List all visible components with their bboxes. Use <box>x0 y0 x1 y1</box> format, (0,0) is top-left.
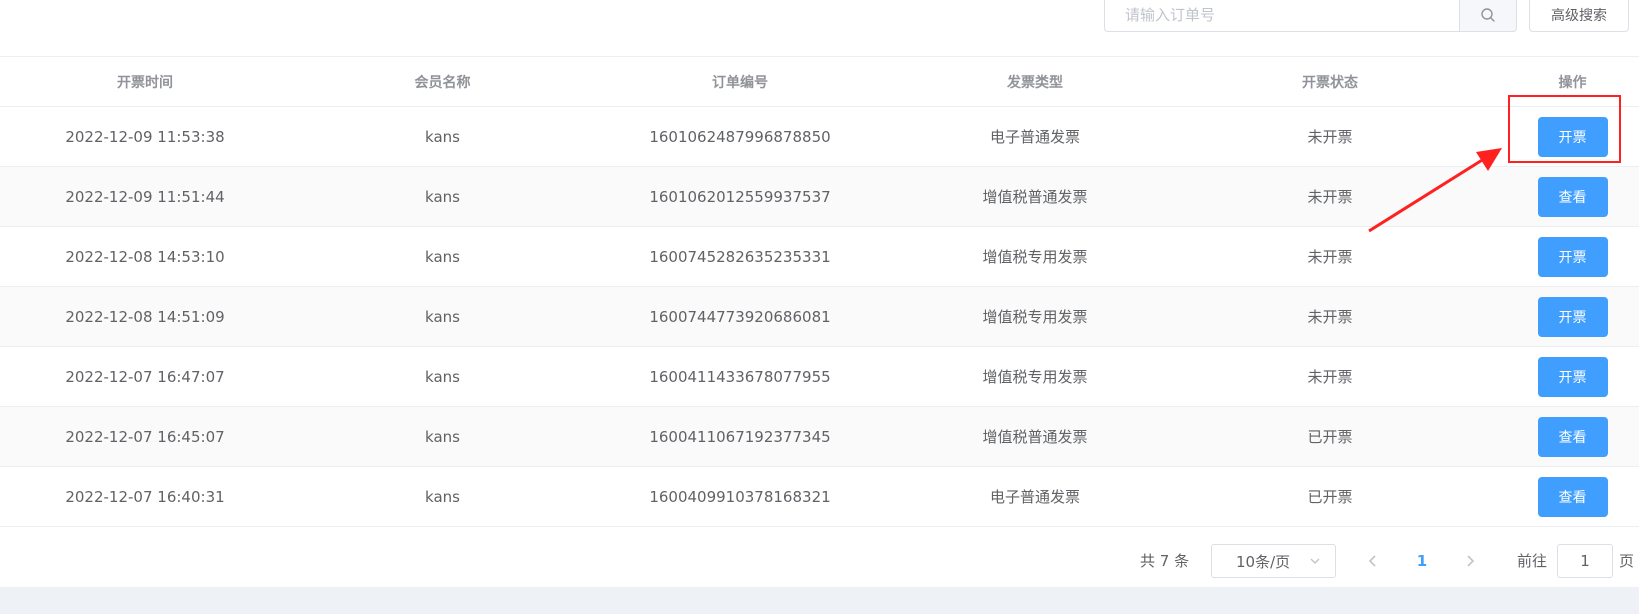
chevron-left-icon <box>1368 555 1376 567</box>
advanced-search-button[interactable]: 高级搜索 <box>1529 0 1629 32</box>
order-number-cell: 1601062487996878850 <box>649 127 831 146</box>
invoice-status-cell: 已开票 <box>1307 428 1353 446</box>
column-header: 订单编号 <box>712 74 768 91</box>
column-header: 操作 <box>1558 74 1587 91</box>
action-cell: 开票 <box>1475 107 1639 166</box>
action-cell: 查看 <box>1475 467 1639 526</box>
order-number-cell: 1600411067192377345 <box>649 427 831 446</box>
table-row: 2022-12-08 14:53:10 kans 160074528263523… <box>0 227 1639 287</box>
invoice-table: 开票时间 会员名称 订单编号 发票类型 开票状态 操作 2022-12-09 1… <box>0 56 1639 527</box>
page-footer-band <box>0 587 1639 614</box>
action-cell: 开票 <box>1475 287 1639 346</box>
member-name-cell: kans <box>425 367 460 386</box>
page-size-value: 10条/页 <box>1236 552 1291 571</box>
invoice-time-cell: 2022-12-08 14:51:09 <box>65 307 225 326</box>
order-number-cell: 1600744773920686081 <box>649 307 831 326</box>
member-name-cell: kans <box>425 487 460 506</box>
column-header: 会员名称 <box>414 74 471 91</box>
order-number-cell: 1601062012559937537 <box>649 187 831 206</box>
member-name-cell: kans <box>425 247 460 266</box>
order-number-cell: 1600409910378168321 <box>649 487 831 506</box>
order-number-cell: 1600745282635235331 <box>649 247 831 266</box>
goto-label: 前往 <box>1517 552 1548 570</box>
member-name-cell: kans <box>425 127 460 146</box>
prev-page-button[interactable] <box>1358 544 1388 578</box>
goto-page-input[interactable] <box>1557 544 1613 578</box>
invoice-time-cell: 2022-12-07 16:40:31 <box>65 487 225 506</box>
invoice-status-cell: 未开票 <box>1307 188 1353 206</box>
invoice-type-cell: 增值税专用发票 <box>982 248 1088 266</box>
order-number-search-input[interactable] <box>1104 0 1459 32</box>
member-name-cell: kans <box>425 427 460 446</box>
order-number-cell: 1600411433678077955 <box>649 367 831 386</box>
invoice-type-cell: 电子普通发票 <box>989 488 1080 506</box>
total-count: 共 7 条 <box>1140 552 1190 570</box>
issue-invoice-button[interactable]: 开票 <box>1537 236 1608 277</box>
goto-suffix: 页 <box>1619 552 1635 570</box>
member-name-cell: kans <box>425 307 460 326</box>
invoice-time-cell: 2022-12-07 16:45:07 <box>65 427 225 446</box>
action-cell: 查看 <box>1475 167 1639 226</box>
invoice-type-cell: 增值税普通发票 <box>982 428 1088 446</box>
invoice-time-cell: 2022-12-09 11:53:38 <box>65 127 225 146</box>
table-row: 2022-12-09 11:53:38 kans 160106248799687… <box>0 107 1639 167</box>
search-button[interactable] <box>1459 0 1517 32</box>
invoice-time-cell: 2022-12-07 16:47:07 <box>65 367 225 386</box>
view-invoice-button[interactable]: 查看 <box>1537 476 1608 517</box>
column-header: 开票时间 <box>117 74 173 91</box>
action-cell: 查看 <box>1475 407 1639 466</box>
invoice-type-cell: 电子普通发票 <box>989 128 1080 146</box>
issue-invoice-button[interactable]: 开票 <box>1537 116 1608 157</box>
page-size-select[interactable]: 10条/页 <box>1211 544 1336 578</box>
issue-invoice-button[interactable]: 开票 <box>1537 296 1608 337</box>
pagination: 共 7 条 10条/页 1 前往 页 <box>0 537 1639 587</box>
view-invoice-button[interactable]: 查看 <box>1537 416 1608 457</box>
invoice-status-cell: 未开票 <box>1307 128 1353 146</box>
member-name-cell: kans <box>425 187 460 206</box>
issue-invoice-button[interactable]: 开票 <box>1537 356 1608 397</box>
table-row: 2022-12-09 11:51:44 kans 160106201255993… <box>0 167 1639 227</box>
invoice-status-cell: 未开票 <box>1307 308 1353 326</box>
invoice-type-cell: 增值税专用发票 <box>982 308 1088 326</box>
table-row: 2022-12-08 14:51:09 kans 160074477392068… <box>0 287 1639 347</box>
table-row: 2022-12-07 16:47:07 kans 160041143367807… <box>0 347 1639 407</box>
search-icon <box>1481 8 1495 22</box>
view-invoice-button[interactable]: 查看 <box>1537 176 1608 217</box>
invoice-status-cell: 未开票 <box>1307 248 1353 266</box>
table-header: 开票时间 会员名称 订单编号 发票类型 开票状态 操作 <box>0 57 1639 107</box>
page-number[interactable]: 1 <box>1407 544 1437 578</box>
invoice-type-cell: 增值税普通发票 <box>982 188 1088 206</box>
invoice-time-cell: 2022-12-09 11:51:44 <box>65 187 225 206</box>
action-cell: 开票 <box>1475 227 1639 286</box>
action-cell: 开票 <box>1475 347 1639 406</box>
column-header: 开票状态 <box>1302 74 1358 91</box>
invoice-status-cell: 已开票 <box>1307 488 1353 506</box>
table-row: 2022-12-07 16:45:07 kans 160041106719237… <box>0 407 1639 467</box>
invoice-time-cell: 2022-12-08 14:53:10 <box>65 247 225 266</box>
table-row: 2022-12-07 16:40:31 kans 160040991037816… <box>0 467 1639 527</box>
next-page-button[interactable] <box>1455 544 1485 578</box>
invoice-type-cell: 增值税专用发票 <box>982 368 1088 386</box>
column-header: 发票类型 <box>1007 74 1063 91</box>
chevron-down-icon <box>1310 558 1320 564</box>
chevron-right-icon <box>1467 555 1475 567</box>
invoice-status-cell: 未开票 <box>1307 368 1353 386</box>
